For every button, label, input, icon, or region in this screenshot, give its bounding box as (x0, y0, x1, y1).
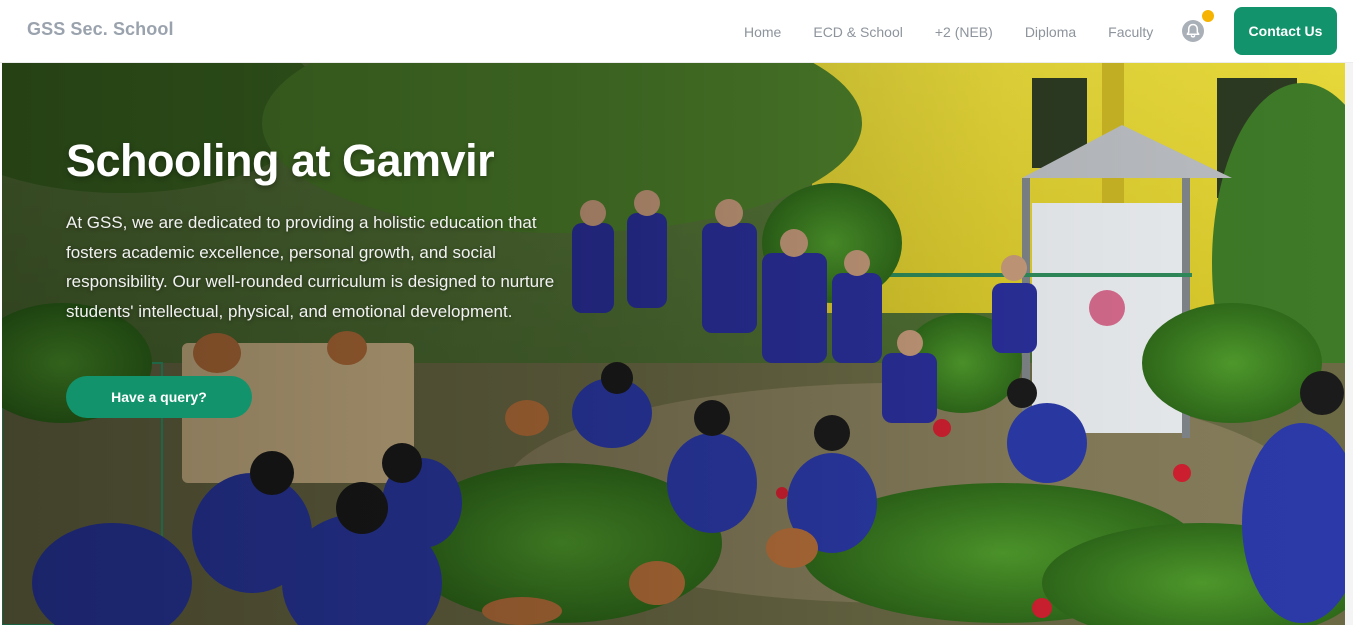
hero-section: Schooling at Gamvir At GSS, we are dedic… (2, 63, 1345, 625)
site-header: GSS Sec. School Home ECD & School +2 (NE… (0, 0, 1353, 63)
nav-faculty[interactable]: Faculty (1108, 24, 1153, 40)
hero-title: Schooling at Gamvir (66, 135, 495, 186)
nav-plus-two-neb[interactable]: +2 (NEB) (935, 24, 993, 40)
notification-badge (1202, 10, 1214, 22)
nav-diploma[interactable]: Diploma (1025, 24, 1076, 40)
nav-ecd-school[interactable]: ECD & School (813, 24, 902, 40)
page-scrollbar[interactable] (1345, 63, 1353, 625)
main-nav: Home ECD & School +2 (NEB) Diploma Facul… (744, 0, 1185, 63)
have-a-query-button[interactable]: Have a query? (66, 376, 252, 418)
nav-home[interactable]: Home (744, 24, 781, 40)
hero-description: At GSS, we are dedicated to providing a … (66, 213, 555, 321)
site-brand[interactable]: GSS Sec. School (27, 19, 174, 40)
bell-icon[interactable] (1181, 19, 1205, 43)
contact-us-button[interactable]: Contact Us (1234, 7, 1337, 55)
